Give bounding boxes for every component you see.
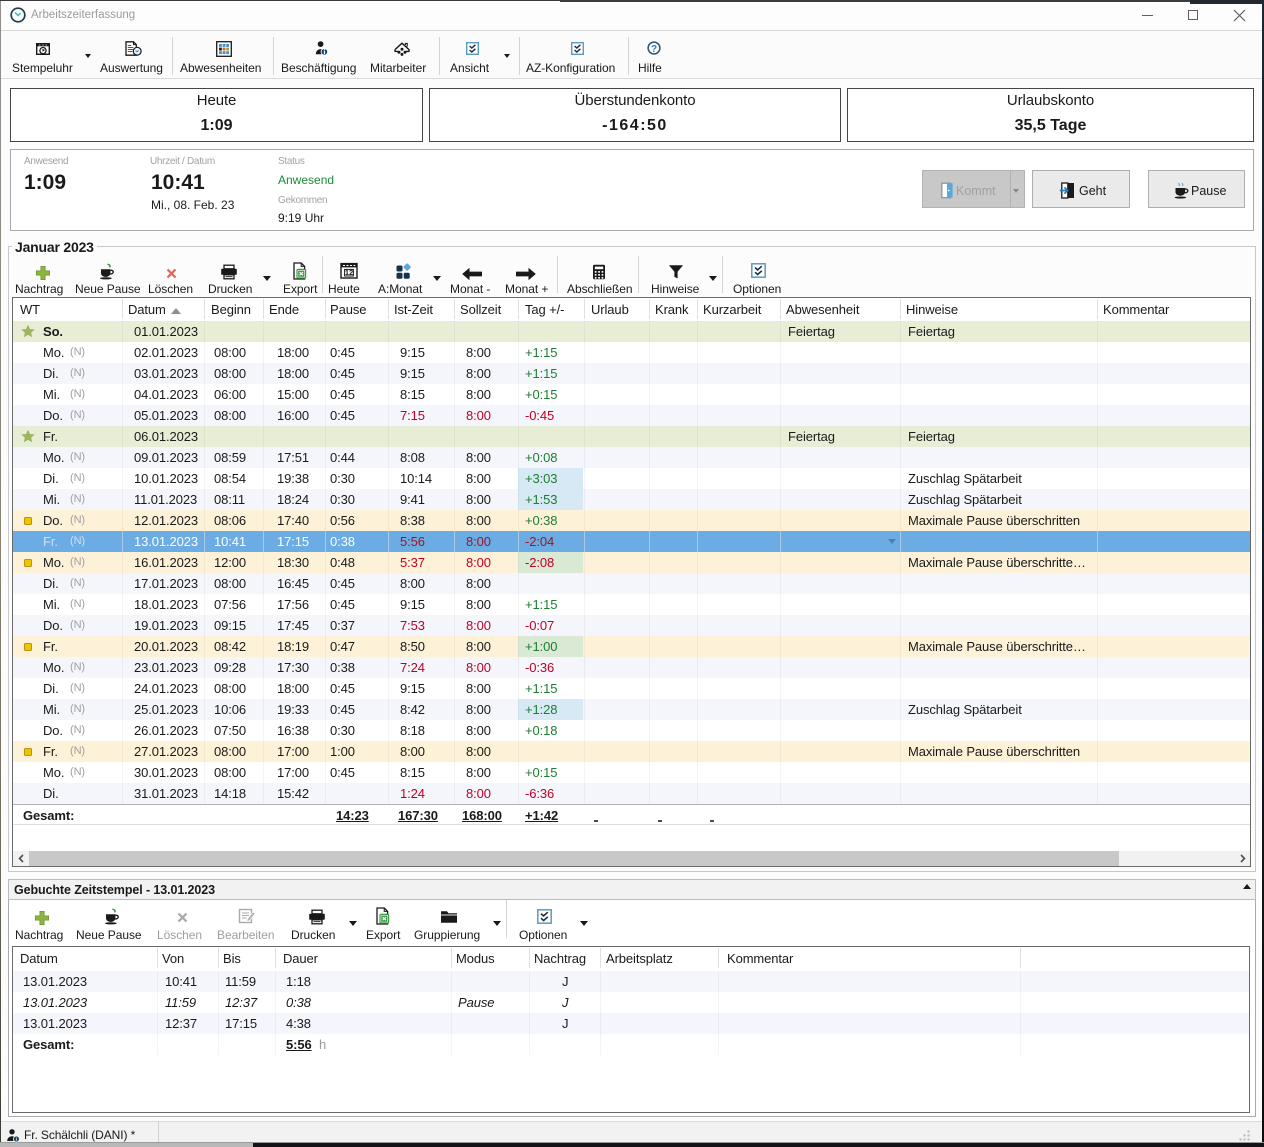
svg-text:12: 12 <box>345 268 353 277</box>
svg-text:?: ? <box>651 44 657 55</box>
